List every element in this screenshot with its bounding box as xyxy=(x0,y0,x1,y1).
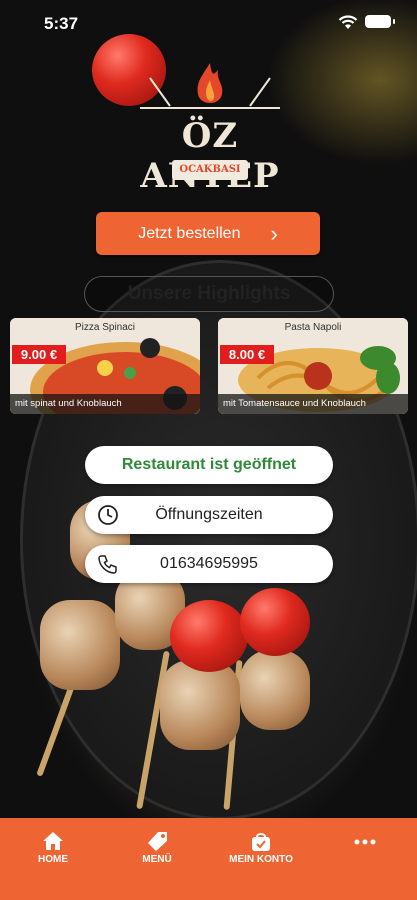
tag-icon xyxy=(148,832,167,851)
meat-piece xyxy=(160,660,240,750)
highlight-name: Pizza Spinaci xyxy=(74,322,136,333)
order-now-button[interactable]: Jetzt bestellen › xyxy=(96,212,320,255)
opening-hours-label: Öffnungszeiten xyxy=(155,506,263,523)
more-icon xyxy=(354,839,376,845)
status-bar: 5:37 xyxy=(0,0,417,48)
meat-piece xyxy=(40,600,120,690)
battery-cap xyxy=(393,19,395,24)
highlight-card-pasta[interactable]: Pasta Napoli 8.00 € mit Tomatensauce und… xyxy=(218,318,408,414)
phone-number: 01634695995 xyxy=(160,555,258,572)
highlight-description: mit Tomatensauce und Knoblauch xyxy=(218,394,408,414)
wifi-icon xyxy=(338,15,358,29)
status-time: 5:37 xyxy=(44,14,79,33)
tomato-image xyxy=(170,600,248,672)
tab-menu-label: MENÜ xyxy=(142,854,172,865)
highlight-price: 8.00 € xyxy=(220,345,274,364)
order-now-label: Jetzt bestellen xyxy=(138,224,241,242)
restaurant-logo: ÖZ ANTEP OCAKBASI xyxy=(110,58,310,196)
flame-icon xyxy=(140,63,280,109)
phone-icon xyxy=(98,555,117,574)
logo-subtitle: OCAKBASI xyxy=(172,160,248,180)
highlight-name: Pasta Napoli xyxy=(284,322,342,333)
logo-title: ÖZ ANTEP xyxy=(140,116,278,196)
tab-home-label: HOME xyxy=(38,854,68,865)
tab-account[interactable]: MEIN KONTO xyxy=(216,826,306,886)
chevron-right-icon: › xyxy=(270,220,278,246)
highlight-card-pizza[interactable]: Pizza Spinaci 9.00 € mit spinat und Knob… xyxy=(10,318,200,414)
restaurant-status-button[interactable]: Restaurant ist geöffnet xyxy=(85,446,333,484)
tab-menu[interactable]: MENÜ xyxy=(112,826,202,886)
battery-icon xyxy=(365,15,391,28)
tab-home[interactable]: HOME xyxy=(8,826,98,886)
home-icon xyxy=(43,832,63,850)
tomato-image xyxy=(240,588,310,656)
bag-icon xyxy=(252,833,270,851)
tab-bar: HOME MENÜ MEIN KONTO xyxy=(0,818,417,900)
tab-more[interactable] xyxy=(320,826,410,886)
restaurant-status-label: Restaurant ist geöffnet xyxy=(121,456,297,473)
meat-piece xyxy=(240,650,310,730)
clock-icon xyxy=(98,505,118,525)
phone-button[interactable]: 01634695995 xyxy=(85,545,333,583)
highlight-price: 9.00 € xyxy=(12,345,66,364)
tab-account-label: MEIN KONTO xyxy=(229,854,293,865)
highlight-description: mit spinat und Knoblauch xyxy=(10,394,200,414)
highlights-title: Unsere Highlights xyxy=(84,276,334,312)
opening-hours-button[interactable]: Öffnungszeiten xyxy=(85,496,333,534)
